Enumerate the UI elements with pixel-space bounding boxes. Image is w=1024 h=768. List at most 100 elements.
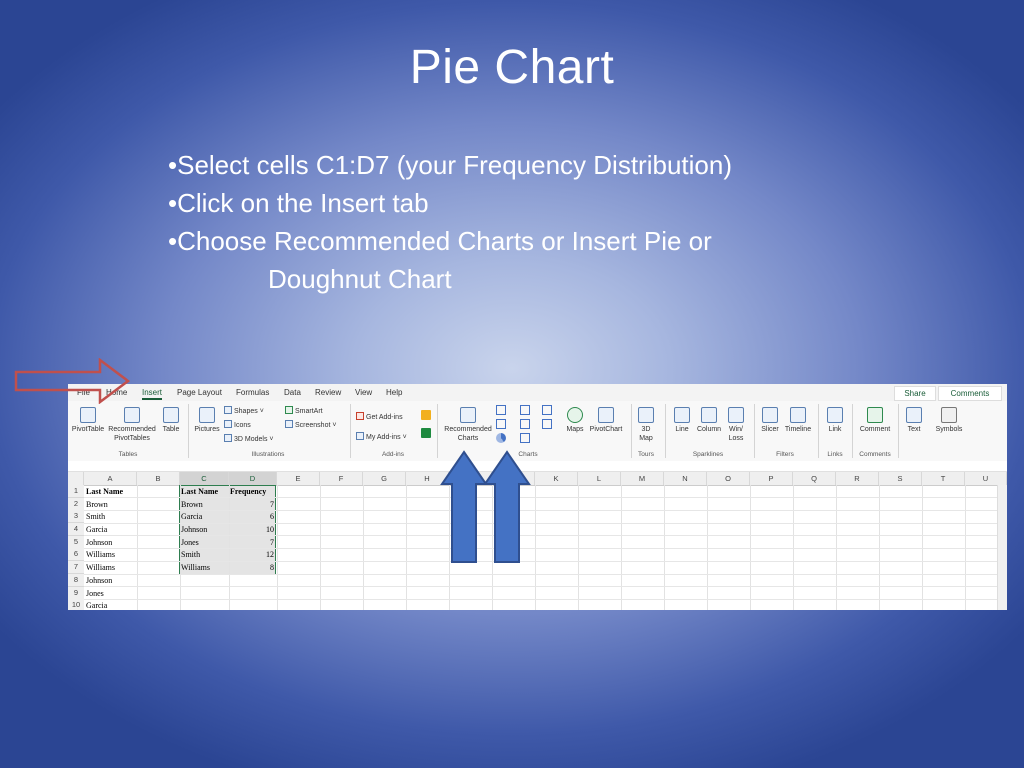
cell-a3[interactable]: Smith: [86, 511, 105, 523]
get-addins-button[interactable]: Get Add-ins: [356, 412, 403, 421]
statistic-chart-icon[interactable]: [542, 405, 552, 415]
row-header-4[interactable]: 4: [68, 523, 84, 536]
arrow-right-icon: [14, 358, 130, 404]
cell-c3[interactable]: Garcia: [181, 511, 202, 523]
row-header-1[interactable]: 1: [68, 485, 84, 498]
tab-view[interactable]: View: [355, 388, 372, 397]
cell-a9[interactable]: Jones: [86, 588, 104, 600]
cell-a4[interactable]: Garcia: [86, 524, 107, 536]
col-header-s[interactable]: S: [879, 472, 922, 485]
cell-d4[interactable]: 10: [266, 524, 274, 536]
col-header-d[interactable]: D: [229, 472, 277, 485]
people-graph-icon[interactable]: [421, 428, 431, 438]
text-button[interactable]: Text: [902, 407, 926, 434]
col-header-a[interactable]: A: [84, 472, 137, 485]
cell-a6[interactable]: Williams: [86, 549, 115, 561]
sparkline-line-button[interactable]: Line: [671, 407, 693, 434]
formula-bar-strip[interactable]: [68, 461, 1007, 472]
cell-d7[interactable]: 8: [270, 562, 274, 574]
sparkline-column-button[interactable]: Column: [695, 407, 723, 434]
tab-data[interactable]: Data: [284, 388, 301, 397]
cell-c6[interactable]: Smith: [181, 549, 200, 561]
cell-a10[interactable]: Garcia: [86, 600, 107, 610]
share-button[interactable]: Share: [894, 386, 936, 401]
timeline-button[interactable]: Timeline: [782, 407, 814, 434]
pivottable-button[interactable]: PivotTable: [70, 407, 106, 434]
tab-page-layout[interactable]: Page Layout: [177, 388, 222, 397]
row-header-10[interactable]: 10: [68, 599, 84, 610]
row-header-9[interactable]: 9: [68, 587, 84, 600]
tab-insert[interactable]: Insert: [142, 388, 163, 400]
waterfall-chart-icon[interactable]: [520, 419, 530, 429]
tab-review[interactable]: Review: [315, 388, 341, 397]
cell-d5[interactable]: 7: [270, 537, 274, 549]
select-all-corner[interactable]: [68, 472, 84, 485]
icons-button[interactable]: Icons: [224, 420, 251, 429]
link-button[interactable]: Link: [822, 407, 848, 434]
col-header-e[interactable]: E: [277, 472, 320, 485]
scatter-chart-icon[interactable]: [520, 433, 530, 443]
pie-chart-icon[interactable]: [496, 433, 506, 443]
vertical-scrollbar[interactable]: [997, 485, 1007, 610]
symbols-button[interactable]: Symbols: [932, 407, 966, 434]
comment-button[interactable]: Comment: [856, 407, 894, 434]
line-chart-icon[interactable]: [496, 419, 506, 429]
row-header-2[interactable]: 2: [68, 498, 84, 511]
combo-chart-icon[interactable]: [542, 419, 552, 429]
col-header-k[interactable]: K: [535, 472, 578, 485]
slicer-button[interactable]: Slicer: [758, 407, 782, 434]
recommended-pivottables-button[interactable]: Recommended PivotTables: [107, 407, 157, 443]
cell-c1[interactable]: Last Name: [181, 486, 218, 498]
maps-button[interactable]: Maps: [564, 407, 586, 434]
pictures-button[interactable]: Pictures: [192, 407, 222, 434]
col-header-b[interactable]: B: [137, 472, 180, 485]
cell-c4[interactable]: Johnson: [181, 524, 207, 536]
col-header-c[interactable]: C: [180, 472, 229, 485]
col-header-o[interactable]: O: [707, 472, 750, 485]
col-header-u[interactable]: U: [965, 472, 1007, 485]
cell-a1[interactable]: Last Name: [86, 486, 123, 498]
col-header-q[interactable]: Q: [793, 472, 836, 485]
3d-models-button[interactable]: 3D Models ˅: [224, 434, 274, 443]
cell-d2[interactable]: 7: [270, 499, 274, 511]
row-header-6[interactable]: 6: [68, 548, 84, 561]
bing-icon[interactable]: [421, 410, 431, 420]
col-header-t[interactable]: T: [922, 472, 965, 485]
cell-a7[interactable]: Williams: [86, 562, 115, 574]
my-addins-button[interactable]: My Add-ins ˅: [356, 432, 407, 441]
cell-a5[interactable]: Johnson: [86, 537, 112, 549]
row-header-5[interactable]: 5: [68, 536, 84, 549]
row-header-7[interactable]: 7: [68, 561, 84, 574]
col-header-p[interactable]: P: [750, 472, 793, 485]
cell-d6[interactable]: 12: [266, 549, 274, 561]
cell-c7[interactable]: Williams: [181, 562, 210, 574]
3d-map-button[interactable]: 3D Map: [633, 407, 659, 443]
shapes-button[interactable]: Shapes ˅: [224, 406, 264, 415]
cell-c2[interactable]: Brown: [181, 499, 203, 511]
col-header-n[interactable]: N: [664, 472, 707, 485]
cell-d1[interactable]: Frequency: [230, 486, 266, 498]
recommended-charts-button[interactable]: Recommended Charts: [442, 407, 494, 443]
sparkline-winloss-button[interactable]: Win/Loss: [725, 407, 747, 443]
row-header-3[interactable]: 3: [68, 510, 84, 523]
table-button[interactable]: Table: [158, 407, 184, 434]
column-chart-icon[interactable]: [496, 405, 506, 415]
cell-a2[interactable]: Brown: [86, 499, 108, 511]
col-header-r[interactable]: R: [836, 472, 879, 485]
row-header-8[interactable]: 8: [68, 574, 84, 587]
cell-c5[interactable]: Jones: [181, 537, 199, 549]
hierarchy-chart-icon[interactable]: [520, 405, 530, 415]
screenshot-button[interactable]: Screenshot ˅: [285, 420, 336, 429]
smartart-button[interactable]: SmartArt: [285, 406, 323, 415]
col-header-l[interactable]: L: [578, 472, 621, 485]
pivotchart-button[interactable]: PivotChart: [588, 407, 624, 434]
cell-d3[interactable]: 6: [270, 511, 274, 523]
tab-help[interactable]: Help: [386, 388, 402, 397]
store-icon: [356, 412, 364, 420]
col-header-m[interactable]: M: [621, 472, 664, 485]
cell-a8[interactable]: Johnson: [86, 575, 112, 587]
tab-formulas[interactable]: Formulas: [236, 388, 269, 397]
col-header-f[interactable]: F: [320, 472, 363, 485]
comments-button[interactable]: Comments: [938, 386, 1002, 401]
col-header-g[interactable]: G: [363, 472, 406, 485]
